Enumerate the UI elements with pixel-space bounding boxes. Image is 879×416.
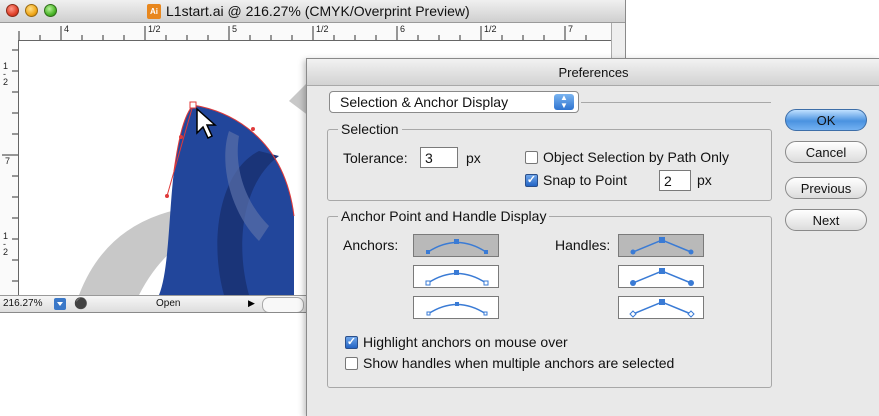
zoom-menu-button[interactable] [54, 298, 66, 310]
ruler-label: 5 [232, 24, 238, 34]
document-title-bar[interactable]: Ai L1start.ai @ 216.27% (CMYK/Overprint … [0, 0, 625, 23]
ruler-label: 1 - 2 [3, 231, 9, 257]
ruler-label: 1/2 [316, 24, 329, 34]
anchor-style-option-2[interactable] [413, 265, 499, 288]
ruler-label: 1/2 [484, 24, 497, 34]
anchor-style-option-1[interactable] [413, 234, 499, 257]
preferences-dialog: Preferences Selection & Anchor Display ▲… [306, 58, 879, 416]
anchors-label: Anchors: [343, 237, 399, 253]
document-title: L1start.ai @ 216.27% (CMYK/Overprint Pre… [166, 3, 470, 19]
next-button[interactable]: Next [785, 209, 867, 231]
group-title: Selection [338, 121, 402, 137]
anchor-point[interactable] [189, 101, 197, 109]
minimize-window-button[interactable] [25, 4, 38, 17]
previous-button[interactable]: Previous [785, 177, 867, 199]
close-window-button[interactable] [6, 4, 19, 17]
direction-handle[interactable] [165, 194, 169, 198]
ruler-label: 7 [568, 24, 574, 34]
vertical-ruler[interactable]: 1 - 2 7 1 - 2 [0, 40, 19, 295]
ruler-label: 1 - 2 [3, 61, 9, 87]
ruler-label: 7 [5, 156, 11, 166]
snap-to-point-checkbox[interactable]: ✓ [525, 174, 538, 187]
anchor-style-option-3[interactable] [413, 296, 499, 319]
dialog-title: Preferences [558, 65, 629, 80]
artboard-navigation-icon[interactable]: ⚫ [74, 297, 88, 310]
tolerance-input[interactable] [420, 147, 458, 168]
direction-handle[interactable] [179, 135, 183, 139]
group-title: Anchor Point and Handle Display [338, 208, 550, 224]
direction-handle[interactable] [251, 127, 255, 131]
ok-button[interactable]: OK [785, 109, 867, 131]
show-handles-checkbox[interactable] [345, 357, 358, 370]
zoom-window-button[interactable] [44, 4, 57, 17]
cancel-button[interactable]: Cancel [785, 141, 867, 163]
show-handles-label[interactable]: Show handles when multiple anchors are s… [363, 355, 674, 371]
handle-style-option-2[interactable] [618, 265, 704, 288]
object-selection-label[interactable]: Object Selection by Path Only [543, 149, 729, 165]
dialog-title-bar[interactable]: Preferences [307, 59, 879, 86]
horizontal-ruler[interactable]: 4 1/2 5 1/2 6 1/2 7 [0, 23, 625, 41]
horizontal-scrollbar[interactable] [262, 297, 304, 312]
illustrator-file-icon: Ai [147, 4, 161, 19]
updown-arrows-icon: ▲ ▼ [554, 94, 574, 110]
ruler-label: 4 [64, 24, 70, 34]
object-selection-checkbox[interactable] [525, 151, 538, 164]
handle-style-option-3[interactable] [618, 296, 704, 319]
divider [581, 102, 771, 103]
snap-to-point-label[interactable]: Snap to Point [543, 172, 627, 188]
highlight-anchors-checkbox[interactable]: ✓ [345, 336, 358, 349]
zoom-level[interactable]: 216.27% [3, 298, 42, 309]
pane-select-value: Selection & Anchor Display [340, 94, 509, 110]
preferences-pane-select[interactable]: Selection & Anchor Display ▲ ▼ [329, 91, 579, 113]
highlight-anchors-label[interactable]: Highlight anchors on mouse over [363, 334, 568, 350]
status-text[interactable]: Open [156, 298, 180, 309]
status-menu-arrow-icon[interactable]: ▶ [248, 298, 255, 309]
ruler-ticks [18, 26, 587, 40]
handles-label: Handles: [555, 237, 611, 253]
tolerance-label: Tolerance: [343, 150, 408, 166]
ruler-label: 6 [400, 24, 406, 34]
ruler-label: 1/2 [148, 24, 161, 34]
handle-style-option-1[interactable] [618, 234, 704, 257]
tolerance-unit: px [466, 150, 481, 166]
snap-distance-input[interactable] [659, 170, 691, 191]
snap-distance-unit: px [697, 172, 712, 188]
